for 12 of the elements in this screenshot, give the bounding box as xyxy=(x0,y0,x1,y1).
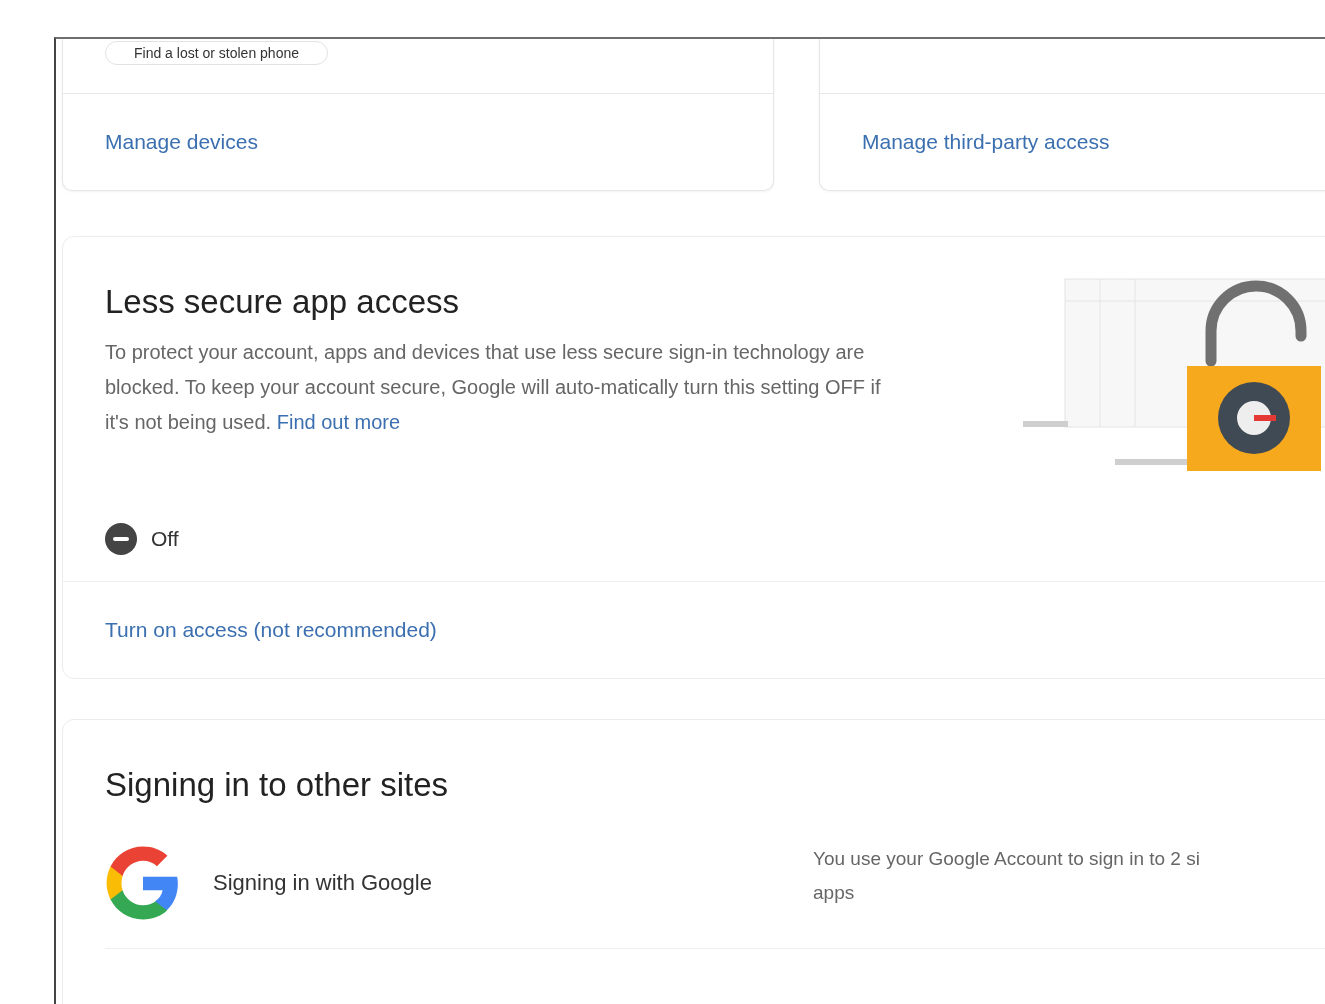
find-phone-button[interactable]: Find a lost or stolen phone xyxy=(105,41,328,65)
section-title: Signing in to other sites xyxy=(105,766,450,804)
find-out-more-link[interactable]: Find out more xyxy=(276,411,401,433)
google-logo-icon xyxy=(105,844,181,922)
row-description: You use your Google Account to sign in to 2 si apps xyxy=(813,847,1200,905)
turn-on-access-link[interactable]: Turn on access (not recommended) xyxy=(105,618,437,642)
manage-devices-link[interactable]: Manage devices xyxy=(105,130,258,154)
third-party-access-link[interactable]: Manage third-party access xyxy=(862,130,1110,154)
status-label: Off xyxy=(151,527,179,551)
row-label: Signing in with Google xyxy=(213,870,433,896)
section-description: To protect your account, apps and devices that use less secure sign-in technology are blocked. To keep your account secure, Google will auto-matically turn this setting OFF if it's not being used. Find out more xyxy=(105,340,882,435)
section-title: Less secure app access xyxy=(105,283,461,321)
